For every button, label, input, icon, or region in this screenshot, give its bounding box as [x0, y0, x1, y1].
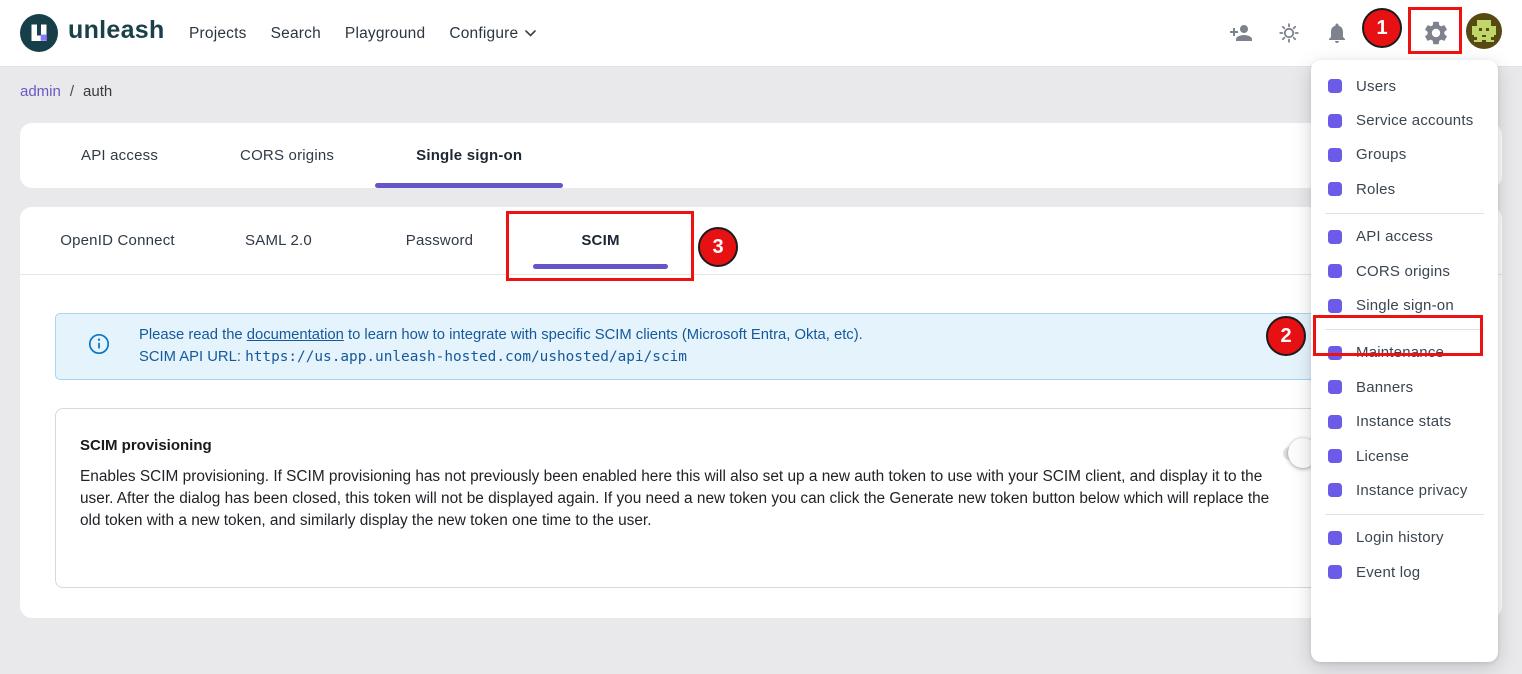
alert-text: Please read the documentation to learn h… — [139, 325, 863, 379]
nav-item-projects[interactable]: Projects — [189, 25, 247, 43]
scim-provisioning-card: SCIM provisioning Enables SCIM provision… — [55, 408, 1360, 588]
menu-item-label: Instance stats — [1356, 413, 1451, 430]
nav-item-label: Configure — [449, 25, 518, 43]
menu-bullet-icon — [1328, 230, 1342, 244]
tab-api-access[interactable]: API access — [40, 123, 199, 188]
nav-item-label: Projects — [189, 25, 247, 43]
menu-item-banners[interactable]: Banners — [1311, 370, 1498, 404]
subtab-label: Password — [406, 232, 473, 249]
avatar[interactable] — [1466, 13, 1502, 49]
nav-item-search[interactable]: Search — [271, 25, 321, 43]
scim-api-url-label: SCIM API URL: — [139, 349, 245, 365]
documentation-link[interactable]: documentation — [247, 327, 344, 343]
menu-item-roles[interactable]: Roles — [1311, 172, 1498, 206]
subtab-label: OpenID Connect — [60, 232, 175, 249]
menu-item-label: Login history — [1356, 529, 1444, 546]
breadcrumb-separator: / — [70, 83, 74, 100]
menu-bullet-icon — [1328, 264, 1342, 278]
menu-bullet-icon — [1328, 148, 1342, 162]
menu-item-event-log[interactable]: Event log — [1311, 555, 1498, 589]
top-navigation-bar: unleash Projects Search Playground Confi… — [0, 0, 1522, 67]
annotation-box-scim-tab — [506, 211, 694, 281]
menu-bullet-icon — [1328, 449, 1342, 463]
add-user-icon[interactable] — [1229, 21, 1253, 45]
annotation-step-1-badge: 1 — [1362, 8, 1402, 48]
info-icon — [88, 333, 110, 379]
subtab-password[interactable]: Password — [359, 207, 520, 274]
menu-bullet-icon — [1328, 299, 1342, 313]
menu-item-label: Groups — [1356, 146, 1406, 163]
menu-bullet-icon — [1328, 380, 1342, 394]
menu-item-users[interactable]: Users — [1311, 69, 1498, 103]
menu-item-cors-origins[interactable]: CORS origins — [1311, 254, 1498, 288]
alert-line-2: SCIM API URL: https://us.app.unleash-hos… — [139, 347, 863, 369]
light-mode-icon[interactable] — [1277, 21, 1301, 45]
tab-single-sign-on[interactable]: Single sign-on — [375, 123, 563, 188]
nav-item-playground[interactable]: Playground — [345, 25, 425, 43]
menu-bullet-icon — [1328, 483, 1342, 497]
subtab-openid-connect[interactable]: OpenID Connect — [37, 207, 198, 274]
alert-text-after-link: to learn how to integrate with specific … — [344, 327, 863, 343]
subtab-label: SAML 2.0 — [245, 232, 312, 249]
primary-nav: Projects Search Playground Configure — [189, 0, 536, 67]
brand-wordmark[interactable]: unleash — [68, 16, 165, 45]
tab-label: CORS origins — [240, 147, 334, 164]
annotation-step-3-badge: 3 — [698, 227, 738, 267]
menu-item-license[interactable]: License — [1311, 439, 1498, 473]
scim-api-url-value: https://us.app.unleash-hosted.com/ushost… — [245, 349, 687, 365]
scim-card-description: Enables SCIM provisioning. If SCIM provi… — [80, 466, 1276, 532]
menu-bullet-icon — [1328, 415, 1342, 429]
menu-item-instance-stats[interactable]: Instance stats — [1311, 405, 1498, 439]
menu-item-label: Event log — [1356, 564, 1420, 581]
nav-item-label: Search — [271, 25, 321, 43]
alert-text-before-link: Please read the — [139, 327, 247, 343]
menu-bullet-icon — [1328, 182, 1342, 196]
menu-item-login-history[interactable]: Login history — [1311, 521, 1498, 555]
bell-icon[interactable] — [1325, 21, 1349, 45]
settings-dropdown-menu: Users Service accounts Groups Roles API … — [1311, 60, 1498, 662]
menu-bullet-icon — [1328, 565, 1342, 579]
menu-item-label: Instance privacy — [1356, 482, 1468, 499]
breadcrumb-link-admin[interactable]: admin — [20, 83, 61, 100]
nav-item-configure[interactable]: Configure — [449, 25, 536, 43]
sso-provider-tabs: OpenID Connect SAML 2.0 Password SCIM — [20, 207, 1502, 275]
tab-label: API access — [81, 147, 158, 164]
menu-item-groups[interactable]: Groups — [1311, 138, 1498, 172]
menu-item-api-access[interactable]: API access — [1311, 220, 1498, 254]
menu-item-label: Users — [1356, 78, 1396, 95]
menu-item-label: Single sign-on — [1356, 297, 1454, 314]
tab-cors-origins[interactable]: CORS origins — [199, 123, 375, 188]
settings-tabs-card: API access CORS origins Single sign-on — [20, 123, 1502, 188]
menu-item-instance-privacy[interactable]: Instance privacy — [1311, 473, 1498, 507]
breadcrumb-current: auth — [83, 83, 112, 100]
menu-item-label: API access — [1356, 228, 1433, 245]
breadcrumb: admin / auth — [20, 83, 112, 100]
menu-divider — [1325, 213, 1484, 214]
alert-line-1: Please read the documentation to learn h… — [139, 325, 863, 347]
menu-bullet-icon — [1328, 79, 1342, 93]
menu-item-label: License — [1356, 448, 1409, 465]
menu-item-label: CORS origins — [1356, 263, 1450, 280]
menu-bullet-icon — [1328, 531, 1342, 545]
annotation-box-gear — [1408, 7, 1462, 54]
annotation-box-single-sign-on-item — [1313, 315, 1483, 356]
scim-card-title: SCIM provisioning — [80, 437, 1359, 454]
subtab-saml[interactable]: SAML 2.0 — [198, 207, 359, 274]
single-sign-on-panel: OpenID Connect SAML 2.0 Password SCIM Pl… — [20, 207, 1502, 618]
nav-item-label: Playground — [345, 25, 425, 43]
menu-divider — [1325, 514, 1484, 515]
chevron-down-icon — [525, 30, 536, 37]
unleash-logo-icon[interactable] — [20, 14, 58, 52]
scim-info-alert: Please read the documentation to learn h… — [55, 313, 1467, 380]
menu-item-service-accounts[interactable]: Service accounts — [1311, 103, 1498, 137]
menu-bullet-icon — [1328, 114, 1342, 128]
menu-item-label: Service accounts — [1356, 112, 1473, 129]
menu-item-label: Roles — [1356, 181, 1395, 198]
menu-item-label: Banners — [1356, 379, 1413, 396]
tab-label: Single sign-on — [416, 147, 522, 164]
annotation-step-2-badge: 2 — [1266, 316, 1306, 356]
